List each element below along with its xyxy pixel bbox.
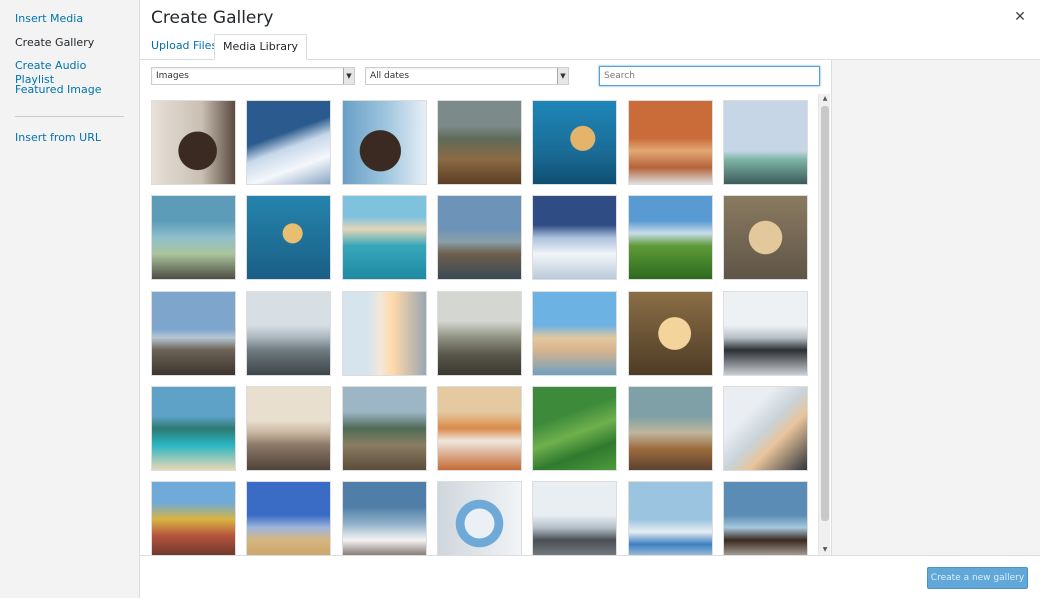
media-thumbnail-snowy-mountain-peak[interactable] (246, 100, 331, 185)
chevron-down-icon: ▼ (343, 68, 354, 84)
menu-item-featured-image[interactable]: Featured Image (0, 83, 139, 107)
search-placeholder: Search (604, 71, 635, 81)
media-thumbnail-airplane-window[interactable] (723, 195, 808, 280)
close-icon[interactable]: ✕ (1012, 8, 1028, 26)
media-thumbnail-person-on-steps[interactable] (151, 291, 236, 376)
media-thumbnail-hiker-backpack-view[interactable] (437, 291, 522, 376)
media-thumbnail-man-boat-deck[interactable] (628, 481, 713, 566)
menu-item-insert-media[interactable]: Insert Media (0, 12, 139, 36)
media-thumbnail-great-wall[interactable] (342, 386, 427, 471)
menu-separator (15, 116, 124, 117)
media-thumbnail-phone-plane-window[interactable] (437, 481, 522, 566)
media-menu: Insert Media Create Gallery Create Audio… (0, 0, 140, 598)
media-thumbnail-snorkeler-underwater[interactable] (246, 195, 331, 280)
media-thumbnail-woman-arms-open[interactable] (246, 386, 331, 471)
date-filter-select[interactable]: All dates ▼ (365, 67, 569, 85)
search-input[interactable]: Search (599, 66, 820, 86)
media-thumbnail-couple-jeep[interactable] (151, 481, 236, 566)
media-thumbnail-hiker-rock[interactable] (628, 386, 713, 471)
tab-media-library[interactable]: Media Library (214, 34, 307, 60)
media-thumbnail-diver-underwater[interactable] (532, 100, 617, 185)
media-thumbnail-desert-car[interactable] (628, 100, 713, 185)
type-filter-value: Images (156, 71, 189, 81)
create-gallery-button[interactable]: Create a new gallery (927, 567, 1028, 589)
menu-item-create-gallery[interactable]: Create Gallery (0, 36, 139, 60)
media-thumbnail-women-selfie-car[interactable] (532, 291, 617, 376)
type-filter-select[interactable]: Images ▼ (151, 67, 355, 85)
media-thumbnail-legs-on-rail[interactable] (723, 100, 808, 185)
attachment-details-panel (831, 60, 1040, 555)
media-thumbnail-hand-credit-card[interactable] (723, 386, 808, 471)
media-thumbnail-man-beard-white-shirt[interactable] (342, 481, 427, 566)
menu-item-create-audio-playlist[interactable]: Create Audio Playlist (0, 59, 139, 86)
media-thumbnail-pyramids[interactable] (246, 481, 331, 566)
tab-upload-files[interactable]: Upload Files (143, 34, 225, 60)
media-thumbnail-man-sunglasses-beard[interactable] (151, 100, 236, 185)
media-thumbnail-man-phone-sea[interactable] (723, 481, 808, 566)
media-thumbnail-longtail-boat-beach[interactable] (151, 386, 236, 471)
menu-item-insert-from-url[interactable]: Insert from URL (0, 131, 139, 155)
scroll-down-icon[interactable]: ▼ (819, 545, 831, 555)
media-thumbnail-flight-attendant[interactable] (723, 291, 808, 376)
media-thumbnail-airport-window[interactable] (342, 291, 427, 376)
media-thumbnail-alpine-peaks[interactable] (532, 195, 617, 280)
scroll-up-icon[interactable]: ▲ (819, 94, 831, 104)
media-thumbnail-rock-summit[interactable] (246, 291, 331, 376)
chevron-down-icon: ▼ (557, 68, 568, 84)
media-thumbnail-legs-over-cliff[interactable] (437, 100, 522, 185)
media-thumbnail-green-hills[interactable] (628, 195, 713, 280)
media-thumbnail-suv-desert[interactable] (437, 386, 522, 471)
media-thumbnail-bridge-city[interactable] (437, 195, 522, 280)
media-thumbnail-camera-hands[interactable] (532, 481, 617, 566)
media-toolbar: Create a new gallery (140, 555, 1040, 598)
page-title: Create Gallery (151, 8, 274, 28)
attachments-browser: Images ▼ All dates ▼ Search (140, 60, 831, 566)
media-thumbnail-airplane-window-2[interactable] (628, 291, 713, 376)
tab-bar: Upload Files Media Library (140, 34, 1040, 60)
date-filter-value: All dates (370, 71, 410, 81)
media-thumbnail-coastal-village[interactable] (342, 195, 427, 280)
scrollbar-thumb[interactable] (821, 106, 829, 521)
scrollbar[interactable]: ▲ ▼ (818, 94, 830, 555)
media-thumbnail-green-fields[interactable] (532, 386, 617, 471)
media-thumbnail-man-sunglasses-beard-2[interactable] (342, 100, 427, 185)
media-thumbnail-rock-ledge-valley[interactable] (151, 195, 236, 280)
